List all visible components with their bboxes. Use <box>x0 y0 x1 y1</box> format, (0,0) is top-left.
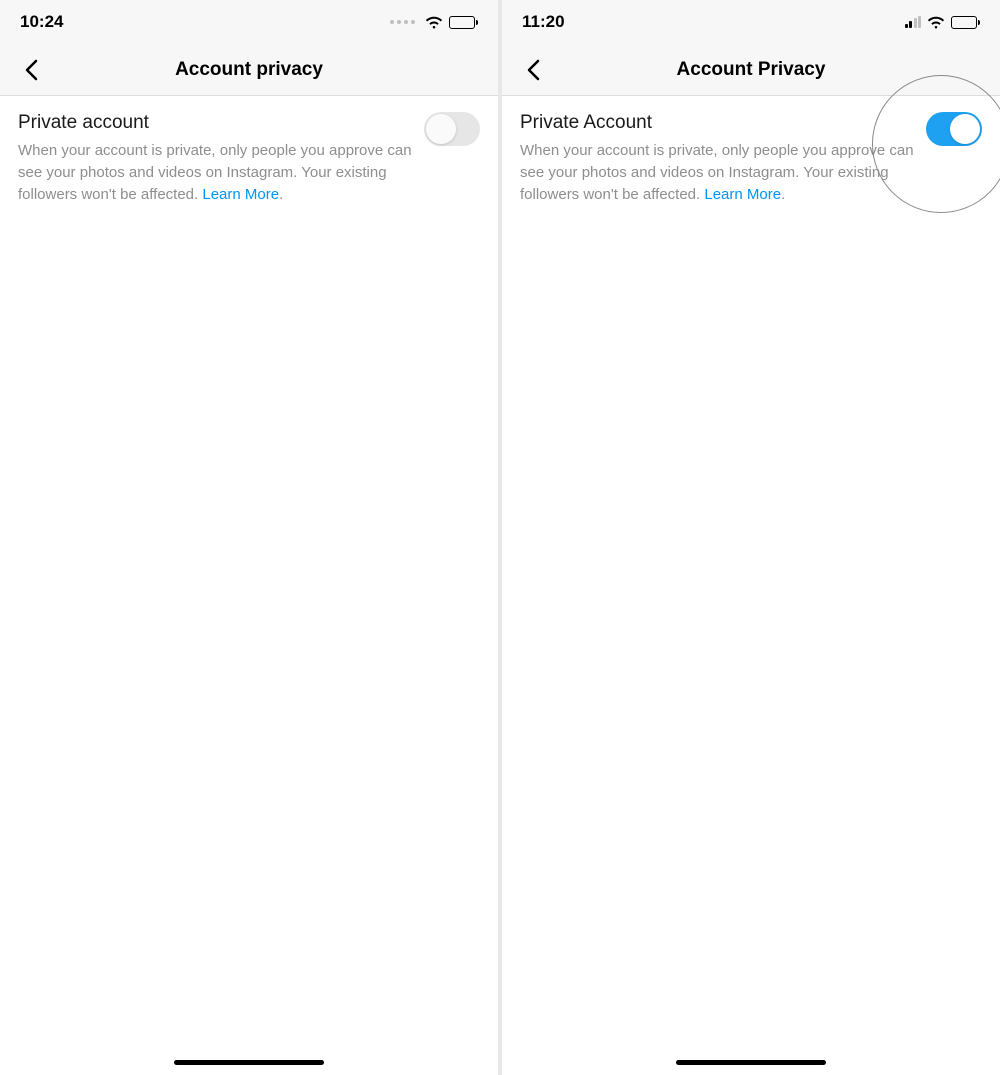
home-indicator[interactable] <box>676 1060 826 1065</box>
private-account-toggle[interactable] <box>926 112 982 146</box>
status-icons <box>905 16 981 29</box>
status-time: 11:20 <box>522 12 565 32</box>
description-dot: . <box>781 186 785 203</box>
setting-text: Private Account When your account is pri… <box>520 112 982 205</box>
learn-more-link[interactable]: Learn More <box>704 186 781 203</box>
description-dot: . <box>279 186 283 203</box>
nav-header: Account privacy <box>0 44 498 96</box>
battery-icon <box>951 16 980 29</box>
home-indicator[interactable] <box>174 1060 324 1065</box>
page-title: Account privacy <box>175 59 323 81</box>
private-account-row: Private Account When your account is pri… <box>520 112 982 205</box>
content-area: Private account When your account is pri… <box>0 96 498 1075</box>
phone-screen-left: 10:24 Account privacy Private account Wh… <box>0 0 498 1075</box>
status-time: 10:24 <box>20 12 63 32</box>
phone-screen-right: 11:20 Account Privacy Private Account <box>502 0 1000 1075</box>
setting-text: Private account When your account is pri… <box>18 112 480 205</box>
toggle-knob <box>426 114 456 144</box>
page-title: Account Privacy <box>677 59 826 81</box>
content-area: Private Account When your account is pri… <box>502 96 1000 1075</box>
back-chevron-icon <box>24 59 38 81</box>
back-button[interactable] <box>518 55 548 85</box>
setting-title: Private account <box>18 112 420 134</box>
status-icons <box>390 16 478 29</box>
setting-title: Private Account <box>520 112 922 134</box>
nav-header: Account Privacy <box>502 44 1000 96</box>
private-account-row: Private account When your account is pri… <box>18 112 480 205</box>
private-account-toggle[interactable] <box>424 112 480 146</box>
toggle-knob <box>950 114 980 144</box>
wifi-icon <box>425 16 443 29</box>
status-bar: 10:24 <box>0 0 498 44</box>
back-chevron-icon <box>526 59 540 81</box>
back-button[interactable] <box>16 55 46 85</box>
setting-description: When your account is private, only peopl… <box>520 140 922 205</box>
cellular-signal-icon <box>905 16 922 28</box>
status-bar: 11:20 <box>502 0 1000 44</box>
wifi-icon <box>927 16 945 29</box>
battery-icon <box>449 16 478 29</box>
learn-more-link[interactable]: Learn More <box>202 186 279 203</box>
more-dots-icon <box>390 20 415 24</box>
setting-description: When your account is private, only peopl… <box>18 140 420 205</box>
